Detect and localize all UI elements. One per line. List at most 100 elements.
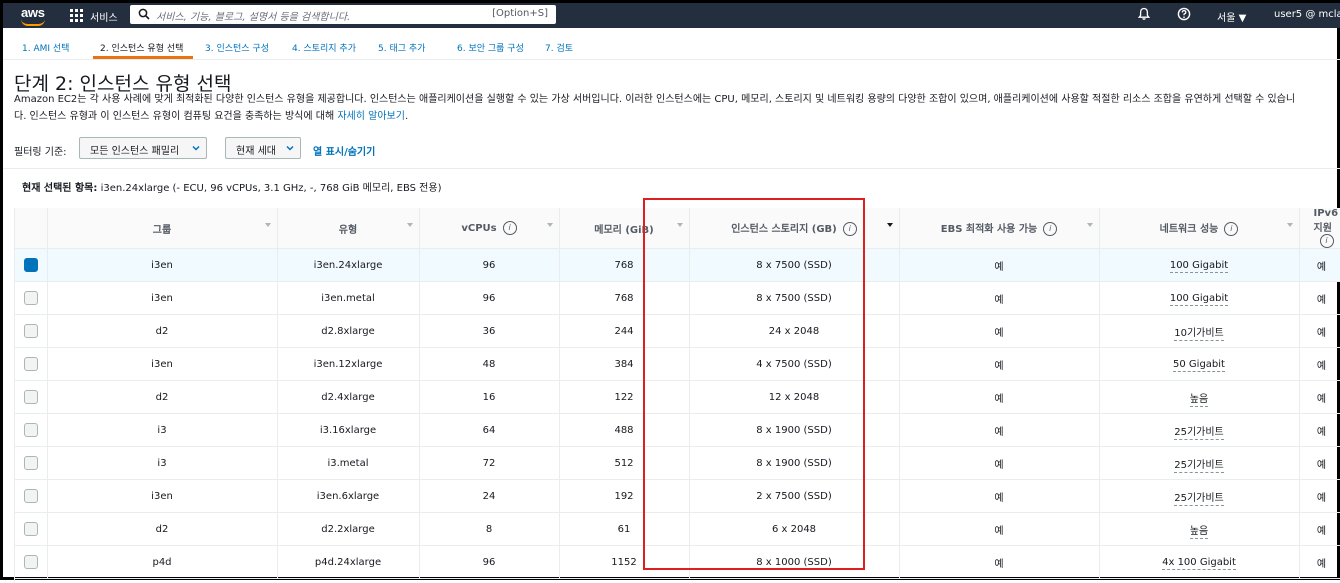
row-select-checkbox[interactable] xyxy=(23,423,38,437)
instance-family-select[interactable]: 모든 인스턴스 패밀리 xyxy=(79,137,207,159)
cell-group: d2 xyxy=(47,314,278,348)
cell-ebs-optimized: 예 xyxy=(899,446,1100,480)
wizard-steps: 1. AMI 선택 2. 인스턴스 유형 선택 3. 인스턴스 구성 4. 스토… xyxy=(3,33,1340,60)
info-icon[interactable]: i xyxy=(1319,234,1334,248)
cell-ebs-optimized: 예 xyxy=(899,512,1100,546)
filter-label: 필터링 기준: xyxy=(14,147,67,158)
search-icon xyxy=(138,8,150,20)
cell-ipv6: 예 xyxy=(1299,413,1340,447)
row-select-cell xyxy=(15,512,48,546)
selected-value: i3en.24xlarge (- ECU, 96 vCPUs, 3.1 GHz,… xyxy=(100,183,442,194)
cell-ebs-optimized: 예 xyxy=(899,314,1100,348)
step-security-group[interactable]: 6. 보안 그룹 구성 xyxy=(457,41,524,54)
cell-vcpus: 16 xyxy=(419,380,560,414)
cell-ipv6: 예 xyxy=(1299,446,1340,480)
instance-storage-highlight xyxy=(643,198,865,570)
cell-ebs-optimized: 예 xyxy=(899,248,1100,282)
info-icon[interactable]: i xyxy=(1043,222,1058,236)
cell-group: d2 xyxy=(47,512,278,546)
cell-ipv6: 예 xyxy=(1299,545,1340,579)
cell-ebs-optimized: 예 xyxy=(899,545,1100,579)
show-hide-columns-link[interactable]: 열 표시/숨기기 xyxy=(313,143,375,158)
row-select-cell xyxy=(15,545,48,579)
cell-network-performance: 높음 xyxy=(1099,380,1300,414)
user-account-menu[interactable]: user5 @ mclass xyxy=(1274,9,1340,20)
sort-icon xyxy=(264,223,271,227)
generation-select[interactable]: 현재 세대 xyxy=(225,137,301,159)
step-add-storage[interactable]: 4. 스토리지 추가 xyxy=(292,41,356,54)
row-select-checkbox[interactable] xyxy=(23,555,38,569)
cell-group: i3en xyxy=(47,281,278,315)
cell-vcpus: 64 xyxy=(419,413,560,447)
aws-logo[interactable]: aws xyxy=(21,5,45,20)
cell-ipv6: 예 xyxy=(1299,314,1340,348)
step-instance-type[interactable]: 2. 인스턴스 유형 선택 xyxy=(100,41,183,54)
cell-ipv6: 예 xyxy=(1299,380,1340,414)
services-grid-icon[interactable] xyxy=(70,9,83,22)
cell-network-performance: 10기가비트 xyxy=(1099,314,1300,348)
region-selector[interactable]: 서울 ▼ xyxy=(1217,9,1246,24)
cell-group: i3 xyxy=(47,413,278,447)
cell-ebs-optimized: 예 xyxy=(899,347,1100,381)
cell-ebs-optimized: 예 xyxy=(899,281,1100,315)
cell-network-performance: 25기가비트 xyxy=(1099,479,1300,513)
help-icon[interactable] xyxy=(1177,7,1191,21)
info-icon[interactable]: i xyxy=(502,221,517,235)
cell-ebs-optimized: 예 xyxy=(899,380,1100,414)
cell-network-performance: 높음 xyxy=(1099,512,1300,546)
sort-icon xyxy=(546,223,553,227)
column-header-group[interactable]: 그룹 xyxy=(47,208,278,249)
description-line-2-end: . xyxy=(404,111,409,122)
cell-ipv6: 예 xyxy=(1299,281,1340,315)
step-add-tags[interactable]: 5. 태그 추가 xyxy=(378,41,425,54)
row-select-checkbox[interactable] xyxy=(23,456,38,470)
cell-group: d2 xyxy=(47,380,278,414)
search-input[interactable]: 서비스, 기능, 블로그, 설명서 등을 검색합니다. [Option+S] xyxy=(130,5,556,24)
row-select-checkbox[interactable] xyxy=(23,489,38,503)
row-select-cell xyxy=(15,248,48,282)
column-header-ebs-optimized[interactable]: EBS 최적화 사용 가능 i xyxy=(899,208,1100,249)
cell-ebs-optimized: 예 xyxy=(899,413,1100,447)
cell-type: i3en.6xlarge xyxy=(277,479,420,513)
cell-network-performance: 4x 100 Gigabit xyxy=(1099,545,1300,579)
cell-vcpus: 96 xyxy=(419,281,560,315)
cell-group: i3en xyxy=(47,248,278,282)
cell-vcpus: 36 xyxy=(419,314,560,348)
aws-logo-smile xyxy=(21,19,45,26)
cell-vcpus: 24 xyxy=(419,479,560,513)
row-select-checkbox[interactable] xyxy=(23,324,38,338)
row-select-checkbox[interactable] xyxy=(23,357,38,371)
sort-icon xyxy=(1086,223,1093,227)
column-header-ipv6[interactable]: IPv6 지원i xyxy=(1299,208,1340,249)
row-select-checkbox[interactable] xyxy=(23,258,38,272)
cell-type: i3en.24xlarge xyxy=(277,248,420,282)
row-select-cell xyxy=(15,347,48,381)
services-menu[interactable]: 서비스 xyxy=(90,9,118,24)
row-select-checkbox[interactable] xyxy=(23,522,38,536)
cell-ipv6: 예 xyxy=(1299,479,1340,513)
chevron-down-icon xyxy=(192,145,200,151)
cell-network-performance: 50 Gigabit xyxy=(1099,347,1300,381)
column-header-network-performance[interactable]: 네트워크 성능 i xyxy=(1099,208,1300,249)
row-select-cell xyxy=(15,479,48,513)
cell-type: d2.8xlarge xyxy=(277,314,420,348)
learn-more-link[interactable]: 자세히 알아보기 xyxy=(337,111,405,122)
cell-ipv6: 예 xyxy=(1299,248,1340,282)
cell-vcpus: 8 xyxy=(419,512,560,546)
column-header-vcpus[interactable]: vCPUs i xyxy=(419,208,560,249)
instance-family-value: 모든 인스턴스 패밀리 xyxy=(90,146,180,157)
step-configure-instance[interactable]: 3. 인스턴스 구성 xyxy=(205,41,269,54)
step-review[interactable]: 7. 검토 xyxy=(545,41,573,54)
cell-network-performance: 25기가비트 xyxy=(1099,413,1300,447)
row-select-checkbox[interactable] xyxy=(23,291,38,305)
info-icon[interactable]: i xyxy=(1224,222,1239,236)
top-navigation-bar: aws 서비스 서비스, 기능, 블로그, 설명서 등을 검색합니다. [Opt… xyxy=(3,3,1340,28)
step-ami[interactable]: 1. AMI 선택 xyxy=(22,41,69,54)
bell-icon[interactable] xyxy=(1137,7,1151,21)
row-select-checkbox[interactable] xyxy=(23,390,38,404)
cell-network-performance: 25기가비트 xyxy=(1099,446,1300,480)
cell-vcpus: 72 xyxy=(419,446,560,480)
row-select-cell xyxy=(15,314,48,348)
cell-type: i3en.12xlarge xyxy=(277,347,420,381)
column-header-type[interactable]: 유형 xyxy=(277,208,420,249)
